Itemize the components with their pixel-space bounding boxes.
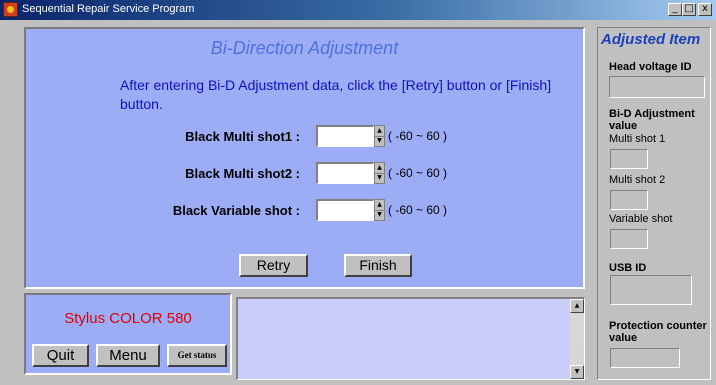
- spin-down-icon[interactable]: ▼: [375, 136, 384, 146]
- log-scrollbar[interactable]: ▲ ▼: [570, 299, 584, 379]
- multi-shot2-side-label: Multi shot 2: [609, 174, 666, 186]
- minimize-button[interactable]: _: [668, 3, 682, 16]
- model-panel: Stylus COLOR 580 Quit Menu Get status: [24, 293, 232, 375]
- instruction-text: After entering Bi-D Adjustment data, cli…: [120, 77, 552, 112]
- protection-counter-label: Protection counter value: [609, 320, 707, 344]
- scroll-up-icon[interactable]: ▲: [570, 299, 584, 313]
- finish-button[interactable]: Finish: [344, 254, 412, 277]
- title-bar: Sequential Repair Service Program _ □ x: [0, 0, 716, 20]
- variable-shot-range: ( -60 ~ 60 ): [388, 203, 448, 217]
- variable-shot-label: Black Variable shot :: [172, 203, 300, 218]
- close-button[interactable]: x: [698, 3, 712, 16]
- multi-shot1-range: ( -60 ~ 60 ): [388, 129, 448, 143]
- sidebar-title: Adjusted Item: [601, 31, 701, 48]
- multi-shot1-box: [610, 149, 648, 169]
- multi-shot2-box: [610, 190, 648, 210]
- head-voltage-label: Head voltage ID: [609, 61, 692, 73]
- usb-id-box: [610, 275, 692, 305]
- retry-button[interactable]: Retry: [239, 254, 308, 277]
- multi-shot1-spinner[interactable]: ▲ ▼: [374, 125, 385, 147]
- quit-button[interactable]: Quit: [32, 344, 89, 367]
- multi-shot2-label: Black Multi shot2 :: [185, 166, 300, 181]
- variable-shot-spinner[interactable]: ▲ ▼: [374, 199, 385, 221]
- usb-id-label: USB ID: [609, 262, 647, 274]
- spin-down-icon[interactable]: ▼: [375, 173, 384, 183]
- variable-shot-input[interactable]: [316, 199, 374, 221]
- multi-shot1-input[interactable]: [316, 125, 374, 147]
- variable-shot-box: [610, 229, 648, 249]
- adjusted-item-panel: Adjusted Item Head voltage ID Bi-D Adjus…: [597, 27, 711, 380]
- multi-shot2-range: ( -60 ~ 60 ): [388, 166, 448, 180]
- maximize-button[interactable]: □: [682, 3, 696, 16]
- panel-heading: Bi-Direction Adjustment: [210, 38, 399, 58]
- menu-button[interactable]: Menu: [96, 344, 160, 367]
- get-status-button[interactable]: Get status: [167, 344, 227, 367]
- window-title: Sequential Repair Service Program: [22, 3, 195, 15]
- status-log[interactable]: ▲ ▼: [236, 297, 585, 380]
- variable-shot-side-label: Variable shot: [609, 213, 673, 225]
- bid-adjustment-label: Bi-D Adjustment value: [609, 108, 695, 132]
- adjustment-panel: Bi-Direction Adjustment After entering B…: [24, 27, 585, 289]
- multi-shot1-label: Black Multi shot1 :: [185, 129, 300, 144]
- head-voltage-box: [609, 76, 705, 98]
- multi-shot1-side-label: Multi shot 1: [609, 133, 666, 145]
- printer-model: Stylus COLOR 580: [64, 310, 192, 327]
- scroll-down-icon[interactable]: ▼: [570, 365, 584, 379]
- protection-counter-box: [610, 348, 680, 368]
- multi-shot2-spinner[interactable]: ▲ ▼: [374, 162, 385, 184]
- multi-shot2-input[interactable]: [316, 162, 374, 184]
- spin-down-icon[interactable]: ▼: [375, 210, 384, 220]
- app-icon: [3, 2, 18, 17]
